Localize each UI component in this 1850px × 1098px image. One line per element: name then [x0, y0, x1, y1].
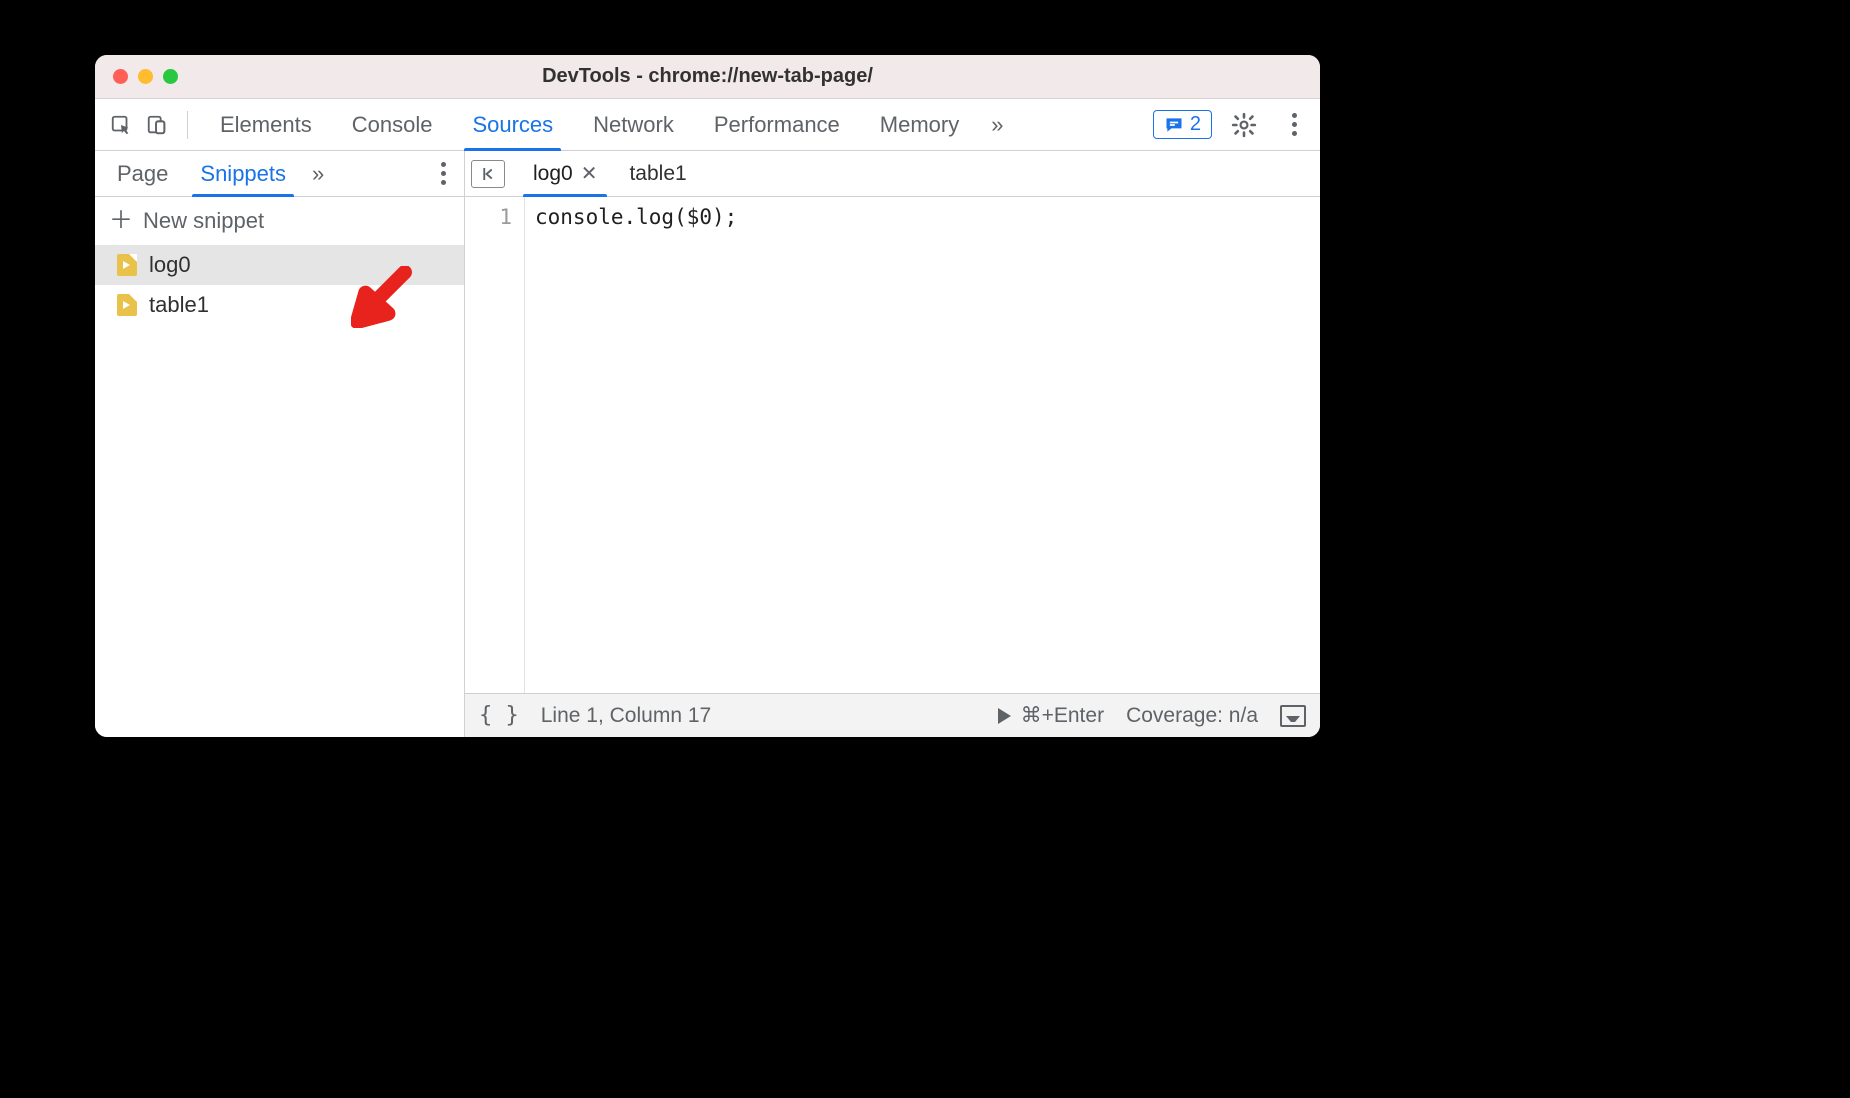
tab-label: Performance — [714, 112, 840, 138]
new-snippet-label: New snippet — [143, 208, 264, 234]
editor-tab-label: log0 — [533, 162, 573, 186]
tabs-overflow-icon[interactable]: » — [979, 112, 1015, 138]
editor-tab-table1[interactable]: table1 — [615, 151, 700, 196]
sidebar-tabs-overflow-icon[interactable]: » — [302, 161, 334, 187]
play-icon — [998, 708, 1011, 724]
tab-console[interactable]: Console — [332, 99, 453, 150]
pretty-print-button[interactable]: { } — [479, 703, 519, 728]
editor-tab-label: table1 — [629, 162, 686, 186]
line-gutter: 1 — [465, 197, 525, 693]
line-number: 1 — [465, 205, 512, 229]
separator — [187, 111, 188, 139]
tab-sources[interactable]: Sources — [452, 99, 573, 150]
panel-body: Page Snippets » ＋ New snippet log0 table… — [95, 151, 1320, 737]
kebab-icon — [441, 162, 446, 185]
tab-elements[interactable]: Elements — [200, 99, 332, 150]
tab-performance[interactable]: Performance — [694, 99, 860, 150]
sidebar-tab-snippets[interactable]: Snippets — [184, 151, 302, 196]
close-icon[interactable]: ✕ — [581, 161, 598, 186]
kebab-icon — [1292, 113, 1297, 136]
cursor-position: Line 1, Column 17 — [541, 704, 711, 728]
traffic-lights — [113, 69, 178, 84]
tab-label: Memory — [880, 112, 959, 138]
snippet-name: table1 — [149, 292, 209, 318]
snippet-file-icon — [117, 294, 137, 316]
new-snippet-button[interactable]: ＋ New snippet — [95, 197, 464, 245]
tab-memory[interactable]: Memory — [860, 99, 979, 150]
code-editor[interactable]: 1 console.log($0); — [465, 197, 1320, 693]
tab-label: Elements — [220, 112, 312, 138]
snippet-list: log0 table1 — [95, 245, 464, 737]
navigator-toggle-button[interactable] — [471, 160, 505, 188]
snippet-item-log0[interactable]: log0 — [95, 245, 464, 285]
code-content[interactable]: console.log($0); — [525, 197, 1320, 693]
editor-tab-log0[interactable]: log0 ✕ — [519, 151, 611, 196]
sidebar-tab-label: Page — [117, 161, 168, 187]
more-options-button[interactable] — [1276, 107, 1312, 143]
minimize-window-button[interactable] — [138, 69, 153, 84]
inspect-element-icon[interactable] — [103, 107, 139, 143]
run-hint: ⌘+Enter — [1021, 703, 1104, 728]
sidebar: Page Snippets » ＋ New snippet log0 table… — [95, 151, 465, 737]
editor-panel: log0 ✕ table1 1 console.log($0); { } Lin… — [465, 151, 1320, 737]
sidebar-tabs: Page Snippets » — [95, 151, 464, 197]
code-line: console.log($0); — [535, 205, 737, 229]
snippet-file-icon — [117, 254, 137, 276]
chevron-left-bar-icon — [479, 165, 497, 183]
settings-button[interactable] — [1226, 107, 1262, 143]
message-icon — [1164, 115, 1184, 135]
editor-tabs: log0 ✕ table1 — [465, 151, 1320, 197]
titlebar: DevTools - chrome://new-tab-page/ — [95, 55, 1320, 99]
sidebar-more-button[interactable] — [428, 162, 458, 185]
sidebar-tab-page[interactable]: Page — [101, 151, 184, 196]
plus-icon: ＋ — [109, 209, 133, 233]
main-tabstrip: Elements Console Sources Network Perform… — [95, 99, 1320, 151]
window-title: DevTools - chrome://new-tab-page/ — [95, 65, 1320, 88]
sidebar-tab-label: Snippets — [200, 161, 286, 187]
issues-count: 2 — [1190, 113, 1201, 136]
tab-label: Console — [352, 112, 433, 138]
run-snippet-button[interactable]: ⌘+Enter — [998, 703, 1104, 728]
console-drawer-toggle-icon[interactable] — [1280, 705, 1306, 727]
issues-counter[interactable]: 2 — [1153, 110, 1212, 139]
devtools-window: DevTools - chrome://new-tab-page/ Elemen… — [95, 55, 1320, 737]
zoom-window-button[interactable] — [163, 69, 178, 84]
device-toolbar-icon[interactable] — [139, 107, 175, 143]
tab-network[interactable]: Network — [573, 99, 694, 150]
gear-icon — [1231, 112, 1257, 138]
snippet-item-table1[interactable]: table1 — [95, 285, 464, 325]
tab-label: Sources — [472, 112, 553, 138]
snippet-name: log0 — [149, 252, 191, 278]
tab-label: Network — [593, 112, 674, 138]
coverage-status[interactable]: Coverage: n/a — [1126, 704, 1258, 728]
statusbar: { } Line 1, Column 17 ⌘+Enter Coverage: … — [465, 693, 1320, 737]
close-window-button[interactable] — [113, 69, 128, 84]
